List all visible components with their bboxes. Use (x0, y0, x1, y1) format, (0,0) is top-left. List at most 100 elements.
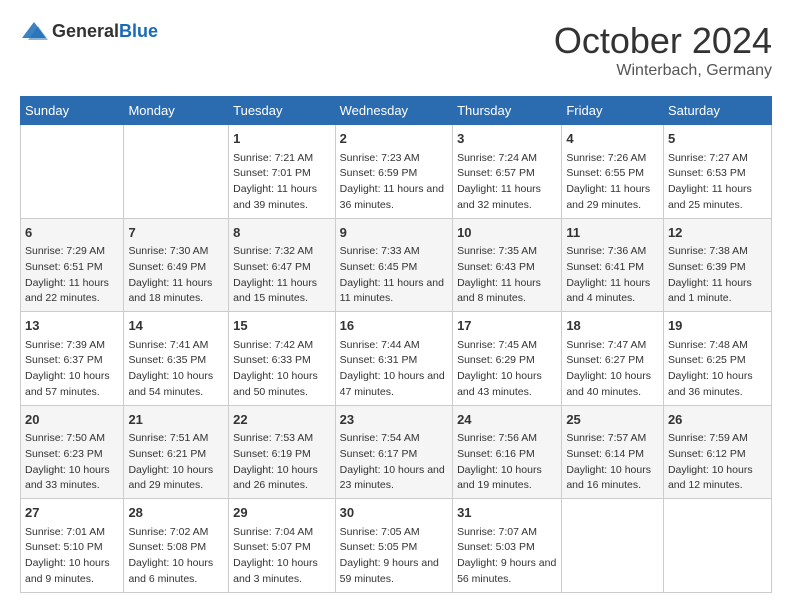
day-number: 25 (566, 410, 659, 430)
day-number: 16 (340, 316, 448, 336)
calendar-cell: 22Sunrise: 7:53 AM Sunset: 6:19 PM Dayli… (229, 405, 336, 499)
day-info: Sunrise: 7:32 AM Sunset: 6:47 PM Dayligh… (233, 244, 331, 307)
calendar-cell: 17Sunrise: 7:45 AM Sunset: 6:29 PM Dayli… (453, 312, 562, 406)
day-info: Sunrise: 7:42 AM Sunset: 6:33 PM Dayligh… (233, 338, 331, 401)
calendar-cell: 1Sunrise: 7:21 AM Sunset: 7:01 PM Daylig… (229, 125, 336, 219)
calendar-cell: 13Sunrise: 7:39 AM Sunset: 6:37 PM Dayli… (21, 312, 124, 406)
col-header-monday: Monday (124, 97, 229, 125)
week-row-2: 6Sunrise: 7:29 AM Sunset: 6:51 PM Daylig… (21, 218, 772, 312)
calendar-cell: 5Sunrise: 7:27 AM Sunset: 6:53 PM Daylig… (663, 125, 771, 219)
day-number: 5 (668, 129, 767, 149)
day-info: Sunrise: 7:07 AM Sunset: 5:03 PM Dayligh… (457, 525, 557, 588)
logo-icon (20, 20, 48, 42)
logo-general: General (52, 21, 119, 41)
day-info: Sunrise: 7:23 AM Sunset: 6:59 PM Dayligh… (340, 151, 448, 214)
day-number: 14 (128, 316, 224, 336)
calendar-table: SundayMondayTuesdayWednesdayThursdayFrid… (20, 96, 772, 593)
day-number: 7 (128, 223, 224, 243)
title-section: October 2024 Winterbach, Germany (554, 20, 772, 80)
day-info: Sunrise: 7:41 AM Sunset: 6:35 PM Dayligh… (128, 338, 224, 401)
day-info: Sunrise: 7:21 AM Sunset: 7:01 PM Dayligh… (233, 151, 331, 214)
day-number: 4 (566, 129, 659, 149)
day-number: 11 (566, 223, 659, 243)
day-number: 24 (457, 410, 557, 430)
logo-text: GeneralBlue (52, 21, 158, 42)
day-info: Sunrise: 7:39 AM Sunset: 6:37 PM Dayligh… (25, 338, 119, 401)
calendar-cell: 16Sunrise: 7:44 AM Sunset: 6:31 PM Dayli… (335, 312, 452, 406)
calendar-cell: 10Sunrise: 7:35 AM Sunset: 6:43 PM Dayli… (453, 218, 562, 312)
day-info: Sunrise: 7:29 AM Sunset: 6:51 PM Dayligh… (25, 244, 119, 307)
day-info: Sunrise: 7:44 AM Sunset: 6:31 PM Dayligh… (340, 338, 448, 401)
calendar-cell: 18Sunrise: 7:47 AM Sunset: 6:27 PM Dayli… (562, 312, 664, 406)
logo-blue: Blue (119, 21, 158, 41)
day-number: 23 (340, 410, 448, 430)
calendar-cell (124, 125, 229, 219)
day-info: Sunrise: 7:54 AM Sunset: 6:17 PM Dayligh… (340, 431, 448, 494)
day-info: Sunrise: 7:53 AM Sunset: 6:19 PM Dayligh… (233, 431, 331, 494)
calendar-cell: 25Sunrise: 7:57 AM Sunset: 6:14 PM Dayli… (562, 405, 664, 499)
calendar-cell: 20Sunrise: 7:50 AM Sunset: 6:23 PM Dayli… (21, 405, 124, 499)
calendar-cell: 14Sunrise: 7:41 AM Sunset: 6:35 PM Dayli… (124, 312, 229, 406)
day-info: Sunrise: 7:27 AM Sunset: 6:53 PM Dayligh… (668, 151, 767, 214)
calendar-cell: 27Sunrise: 7:01 AM Sunset: 5:10 PM Dayli… (21, 499, 124, 593)
week-row-5: 27Sunrise: 7:01 AM Sunset: 5:10 PM Dayli… (21, 499, 772, 593)
day-number: 6 (25, 223, 119, 243)
calendar-cell (663, 499, 771, 593)
day-info: Sunrise: 7:56 AM Sunset: 6:16 PM Dayligh… (457, 431, 557, 494)
day-info: Sunrise: 7:05 AM Sunset: 5:05 PM Dayligh… (340, 525, 448, 588)
day-info: Sunrise: 7:26 AM Sunset: 6:55 PM Dayligh… (566, 151, 659, 214)
calendar-cell: 15Sunrise: 7:42 AM Sunset: 6:33 PM Dayli… (229, 312, 336, 406)
calendar-cell: 31Sunrise: 7:07 AM Sunset: 5:03 PM Dayli… (453, 499, 562, 593)
day-number: 26 (668, 410, 767, 430)
day-info: Sunrise: 7:38 AM Sunset: 6:39 PM Dayligh… (668, 244, 767, 307)
day-info: Sunrise: 7:57 AM Sunset: 6:14 PM Dayligh… (566, 431, 659, 494)
calendar-cell: 9Sunrise: 7:33 AM Sunset: 6:45 PM Daylig… (335, 218, 452, 312)
calendar-cell: 11Sunrise: 7:36 AM Sunset: 6:41 PM Dayli… (562, 218, 664, 312)
day-number: 3 (457, 129, 557, 149)
day-number: 10 (457, 223, 557, 243)
day-info: Sunrise: 7:45 AM Sunset: 6:29 PM Dayligh… (457, 338, 557, 401)
day-info: Sunrise: 7:35 AM Sunset: 6:43 PM Dayligh… (457, 244, 557, 307)
calendar-cell: 26Sunrise: 7:59 AM Sunset: 6:12 PM Dayli… (663, 405, 771, 499)
month-title: October 2024 (554, 20, 772, 62)
day-info: Sunrise: 7:02 AM Sunset: 5:08 PM Dayligh… (128, 525, 224, 588)
day-number: 9 (340, 223, 448, 243)
day-number: 18 (566, 316, 659, 336)
calendar-cell: 2Sunrise: 7:23 AM Sunset: 6:59 PM Daylig… (335, 125, 452, 219)
col-header-saturday: Saturday (663, 97, 771, 125)
calendar-cell: 29Sunrise: 7:04 AM Sunset: 5:07 PM Dayli… (229, 499, 336, 593)
day-info: Sunrise: 7:50 AM Sunset: 6:23 PM Dayligh… (25, 431, 119, 494)
col-header-thursday: Thursday (453, 97, 562, 125)
day-number: 12 (668, 223, 767, 243)
day-number: 31 (457, 503, 557, 523)
week-row-3: 13Sunrise: 7:39 AM Sunset: 6:37 PM Dayli… (21, 312, 772, 406)
day-info: Sunrise: 7:36 AM Sunset: 6:41 PM Dayligh… (566, 244, 659, 307)
day-number: 19 (668, 316, 767, 336)
week-row-1: 1Sunrise: 7:21 AM Sunset: 7:01 PM Daylig… (21, 125, 772, 219)
calendar-cell (21, 125, 124, 219)
day-info: Sunrise: 7:47 AM Sunset: 6:27 PM Dayligh… (566, 338, 659, 401)
day-info: Sunrise: 7:24 AM Sunset: 6:57 PM Dayligh… (457, 151, 557, 214)
day-number: 21 (128, 410, 224, 430)
calendar-cell: 19Sunrise: 7:48 AM Sunset: 6:25 PM Dayli… (663, 312, 771, 406)
calendar-cell: 8Sunrise: 7:32 AM Sunset: 6:47 PM Daylig… (229, 218, 336, 312)
day-number: 28 (128, 503, 224, 523)
day-number: 2 (340, 129, 448, 149)
day-number: 15 (233, 316, 331, 336)
calendar-cell: 4Sunrise: 7:26 AM Sunset: 6:55 PM Daylig… (562, 125, 664, 219)
week-row-4: 20Sunrise: 7:50 AM Sunset: 6:23 PM Dayli… (21, 405, 772, 499)
col-header-tuesday: Tuesday (229, 97, 336, 125)
location-title: Winterbach, Germany (554, 62, 772, 80)
page-header: GeneralBlue October 2024 Winterbach, Ger… (20, 20, 772, 80)
calendar-cell: 7Sunrise: 7:30 AM Sunset: 6:49 PM Daylig… (124, 218, 229, 312)
col-header-friday: Friday (562, 97, 664, 125)
calendar-cell: 12Sunrise: 7:38 AM Sunset: 6:39 PM Dayli… (663, 218, 771, 312)
calendar-cell: 28Sunrise: 7:02 AM Sunset: 5:08 PM Dayli… (124, 499, 229, 593)
day-number: 8 (233, 223, 331, 243)
day-info: Sunrise: 7:30 AM Sunset: 6:49 PM Dayligh… (128, 244, 224, 307)
day-info: Sunrise: 7:33 AM Sunset: 6:45 PM Dayligh… (340, 244, 448, 307)
day-number: 1 (233, 129, 331, 149)
day-number: 27 (25, 503, 119, 523)
calendar-cell: 6Sunrise: 7:29 AM Sunset: 6:51 PM Daylig… (21, 218, 124, 312)
calendar-cell: 30Sunrise: 7:05 AM Sunset: 5:05 PM Dayli… (335, 499, 452, 593)
